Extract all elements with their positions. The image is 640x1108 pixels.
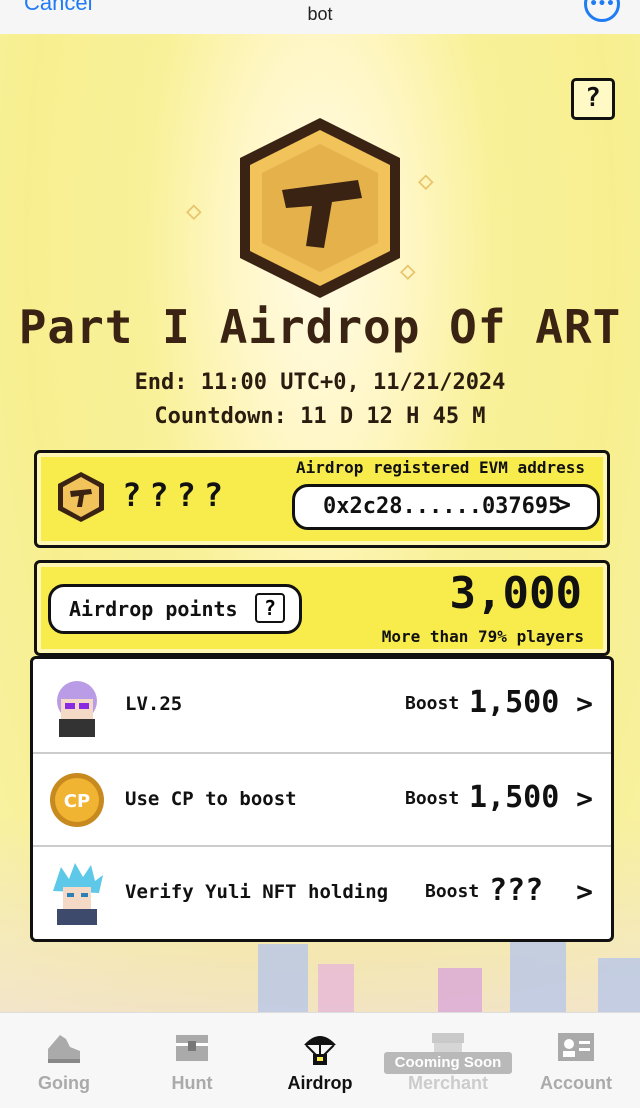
points-rank-text: More than 79% players [381, 627, 584, 646]
airdrop-points-value: 3,000 [449, 568, 582, 619]
boost-amount: 1,500 [469, 685, 560, 720]
boost-label: Boost [425, 881, 480, 902]
sneaker-icon [48, 1035, 80, 1063]
chevron-right-icon: > [555, 490, 571, 520]
chevron-right-icon: > [576, 782, 593, 815]
art-token-icon [54, 470, 108, 524]
boost-label: Boost [405, 788, 460, 809]
tab-label: Going [38, 1073, 90, 1093]
tab-label: Hunt [171, 1073, 213, 1093]
navigation-bar: Cancel bot ••• [0, 0, 640, 34]
parachute-icon [304, 1036, 336, 1065]
boost-list: LV.25 Boost 1,500 > CP Use CP to boost B… [30, 656, 614, 942]
chevron-right-icon: > [576, 875, 593, 908]
points-help-icon[interactable]: ? [255, 593, 285, 623]
evm-address-label: Airdrop registered EVM address [296, 458, 585, 477]
airdrop-title: Part I Airdrop Of ART [18, 300, 622, 354]
chest-icon [176, 1035, 208, 1061]
airdrop-amount: ???? [122, 476, 232, 514]
tab-airdrop[interactable]: Airdrop [256, 1013, 384, 1108]
airdrop-points-label: Airdrop points [69, 597, 238, 621]
boost-label: Boost [405, 693, 460, 714]
end-time: End: 11:00 UTC+0, 11/21/2024 [134, 370, 506, 395]
help-button[interactable]: ? [571, 78, 615, 120]
tab-account[interactable]: Account [512, 1013, 640, 1108]
boost-amount: 1,500 [469, 780, 560, 815]
evm-address: 0x2c28......037695 [323, 494, 562, 519]
tab-going[interactable]: Going [0, 1013, 128, 1108]
chevron-right-icon: > [576, 687, 593, 720]
airdrop-points-pill[interactable]: Airdrop points ? [48, 584, 302, 634]
evm-address-button[interactable]: 0x2c28......037695 > [292, 484, 600, 530]
cp-coin-icon: CP [49, 772, 105, 828]
boost-amount: ??? [489, 873, 544, 908]
boost-row-label: Verify Yuli NFT holding [125, 881, 389, 903]
list-item[interactable]: LV.25 Boost 1,500 > [33, 659, 611, 752]
tab-hunt[interactable]: Hunt [128, 1013, 256, 1108]
list-item[interactable]: Verify Yuli NFT holding Boost ??? > [33, 845, 611, 940]
yuli-nft-avatar [45, 861, 109, 925]
coming-soon-badge: Cooming Soon [384, 1052, 512, 1074]
boost-row-label: Use CP to boost [125, 788, 297, 810]
id-card-icon [558, 1033, 594, 1061]
character-avatar [45, 673, 109, 737]
tab-label: Account [540, 1073, 612, 1093]
list-item[interactable]: CP Use CP to boost Boost 1,500 > [33, 752, 611, 847]
sparkle-icon: ◇ [400, 256, 416, 286]
bottom-tab-bar: Going Hunt Airdrop Merchant Account [0, 1012, 640, 1108]
bot-title: bot [307, 4, 333, 24]
svg-text:CP: CP [64, 791, 90, 812]
sparkle-icon: ◇ [418, 166, 434, 196]
tab-label: Merchant [407, 1073, 488, 1093]
countdown: Countdown: 11 D 12 H 45 M [154, 404, 486, 429]
boost-row-label: LV.25 [125, 693, 183, 715]
tab-label: Airdrop [287, 1073, 353, 1093]
art-coin-icon [220, 108, 420, 308]
sparkle-icon: ◇ [186, 196, 202, 226]
